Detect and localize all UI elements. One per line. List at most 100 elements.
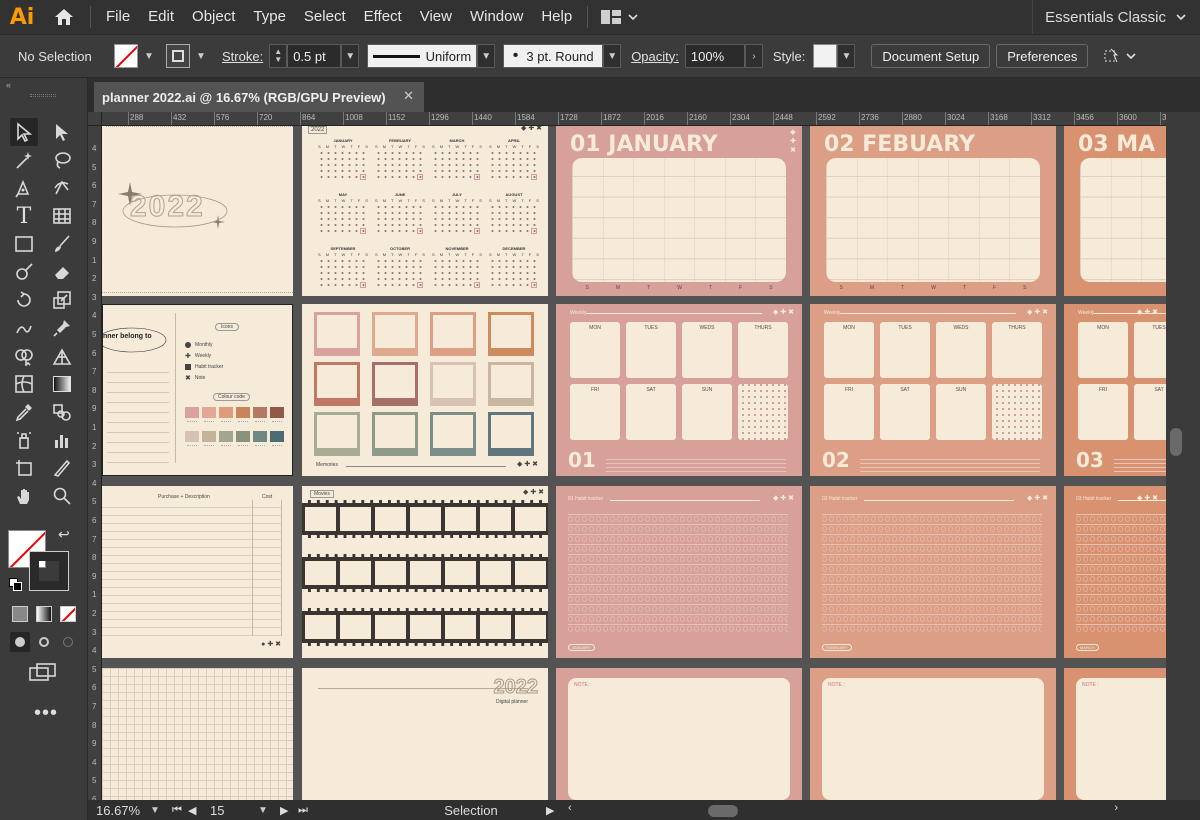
default-colors-icon[interactable] (9, 578, 23, 592)
perspective-grid-tool-icon[interactable] (48, 342, 76, 370)
document-setup-button[interactable]: Document Setup (871, 44, 991, 68)
artboard-expenses[interactable]: Purchase + Description Cost ● ✚ ✖ (102, 486, 293, 658)
vertical-ruler[interactable]: 456789123456789123456789123456789456 (88, 126, 102, 800)
stroke-swatch[interactable] (166, 44, 190, 68)
draw-normal-icon[interactable] (10, 632, 30, 652)
brush-dropdown[interactable]: ▼ (603, 44, 622, 68)
ruler-origin[interactable] (88, 112, 102, 126)
home-icon[interactable] (44, 0, 84, 34)
artboard-dropdown[interactable]: ▼ (258, 805, 280, 816)
close-icon[interactable]: ✕ (403, 88, 414, 104)
mesh-tool-icon[interactable] (10, 370, 38, 398)
menu-effect[interactable]: Effect (355, 0, 411, 34)
zoom-level[interactable]: 16.67% (88, 803, 150, 818)
style-dropdown[interactable]: ▼ (837, 44, 856, 68)
horizontal-ruler[interactable]: 288 432 576 720 864 1008 1152 1296 1440 1584 1728 1… (102, 112, 1166, 126)
blend-tool-icon[interactable] (48, 398, 76, 426)
swap-colors-icon[interactable]: ↩ (58, 526, 70, 543)
scroll-thumb[interactable] (1170, 428, 1182, 456)
warp-tool-icon[interactable] (10, 314, 38, 342)
artboard-habit-03[interactable]: 03 Habit tracker ◆ ✚ ✖ MARCH (1064, 486, 1166, 658)
artboard-habit-02[interactable]: 02 Habit tracker ◆ ✚ ✖ FEBRUARY (810, 486, 1056, 658)
artboard-january[interactable]: 01 JANUARY ◆ ✚ ✖ S M T W T F S (556, 126, 802, 296)
curvature-tool-icon[interactable] (48, 174, 76, 202)
direct-selection-tool-icon[interactable] (48, 118, 76, 146)
artboard-about[interactable]: nner belong to Icons Monthly ✚ Weekly Hab… (102, 304, 293, 476)
symbol-sprayer-tool-icon[interactable] (10, 426, 38, 454)
status-flyout-icon[interactable]: ▶ (546, 804, 560, 817)
eraser-tool-icon[interactable] (48, 258, 76, 286)
paintbrush-tool-icon[interactable] (48, 230, 76, 258)
none-mode-icon[interactable] (60, 606, 76, 622)
rectangle-tool-icon[interactable] (10, 230, 38, 258)
zoom-tool-icon[interactable] (48, 482, 76, 510)
hand-tool-icon[interactable] (10, 482, 38, 510)
opacity-input[interactable]: 100% (684, 44, 745, 68)
graphic-style-swatch[interactable] (813, 44, 838, 68)
scroll-left-icon[interactable]: ‹ (568, 802, 572, 814)
transform-icon[interactable] (1102, 47, 1136, 65)
magic-wand-tool-icon[interactable] (10, 146, 38, 174)
workspace-switcher[interactable]: Essentials Classic (1032, 0, 1200, 34)
preferences-button[interactable]: Preferences (996, 44, 1089, 68)
last-artboard-icon[interactable]: ⏭ (298, 804, 316, 817)
opacity-label[interactable]: Opacity: (631, 49, 679, 64)
artboard-weekly-02[interactable]: Weekly ◆ ✚ ✖ MON TUES WEDS THURS FRI SAT SUN 02 (810, 304, 1056, 476)
column-graph-tool-icon[interactable] (48, 426, 76, 454)
panel-grip[interactable] (30, 94, 56, 97)
artboard-note-01[interactable]: NOTE : (556, 668, 802, 800)
artboard-movies[interactable]: Movies ◆ ✚ ✖ (302, 486, 548, 658)
artboard-digital-planner[interactable]: 2022 Digital planner (302, 668, 548, 800)
draw-inside-icon[interactable] (58, 632, 78, 652)
menu-view[interactable]: View (411, 0, 461, 34)
eyedropper-tool-icon[interactable] (10, 398, 38, 426)
collapse-panel-icon[interactable]: « (6, 80, 11, 90)
artboard-number[interactable]: 15 (206, 803, 258, 818)
scroll-right-icon[interactable]: › (1114, 802, 1118, 814)
artboard-canvas[interactable]: 2022 2022 ◆ ✚ ✖ JANUARY S M T W T F S FEBRUARY S M… (102, 126, 1166, 800)
pen-tool-icon[interactable] (10, 174, 38, 202)
color-mode-icon[interactable] (12, 606, 28, 622)
opacity-flyout[interactable]: › (744, 44, 763, 68)
next-artboard-icon[interactable]: ▶ (280, 804, 298, 817)
fill-dropdown[interactable]: ▼ (140, 44, 158, 68)
rotate-tool-icon[interactable] (10, 286, 38, 314)
stroke-dropdown[interactable]: ▼ (192, 44, 210, 68)
menu-edit[interactable]: Edit (139, 0, 183, 34)
gradient-mode-icon[interactable] (36, 606, 52, 622)
fill-swatch[interactable] (114, 44, 138, 68)
edit-toolbar-icon[interactable]: ••• (34, 702, 58, 725)
lasso-tool-icon[interactable] (48, 146, 76, 174)
horizontal-scrollbar[interactable]: ‹ › (568, 802, 1118, 818)
artboard-tool-icon[interactable] (10, 454, 38, 482)
stroke-label[interactable]: Stroke: (222, 49, 263, 64)
stroke-stepper[interactable]: ▲ ▼ (269, 44, 288, 68)
artboard-weekly-03[interactable]: Weekly◆ ✚ ✖MONTUESWEDSTHURSFRISATSUN03 (1064, 304, 1166, 476)
brush-definition[interactable]: • 3 pt. Round (503, 44, 604, 68)
h-scroll-thumb[interactable] (708, 805, 738, 817)
zoom-dropdown[interactable]: ▼ (150, 805, 168, 816)
artboard-march[interactable]: 03 MA (1064, 126, 1166, 296)
table-grid-icon[interactable] (48, 202, 76, 230)
slice-tool-icon[interactable] (48, 454, 76, 482)
stroke-weight-dropdown[interactable]: ▼ (341, 44, 360, 68)
menu-type[interactable]: Type (244, 0, 295, 34)
artboard-habit-01[interactable]: 01 Habit tracker ◆ ✚ ✖ JANUARY (556, 486, 802, 658)
artboard-note-03[interactable]: NOTE : (1064, 668, 1166, 800)
selection-tool-icon[interactable] (10, 118, 38, 146)
type-tool-icon[interactable]: T (10, 202, 38, 230)
artboard-year-calendar[interactable]: 2022 ◆ ✚ ✖ JANUARY S M T W T F S FEBRUARY S M T W T F S… (302, 126, 548, 296)
artboard-memories[interactable]: Memories ◆ ✚ ✖ (302, 304, 548, 476)
previous-artboard-icon[interactable]: ◀ (188, 804, 206, 817)
artboard-weekly-01[interactable]: Weekly ◆ ✚ ✖ MON TUES WEDS THURS FRI SAT SUN 01 (556, 304, 802, 476)
artboard-grid-paper[interactable] (102, 668, 293, 800)
artboard-cover[interactable]: 2022 (102, 126, 293, 296)
first-artboard-icon[interactable]: ⏮ (172, 804, 188, 817)
profile-dropdown[interactable]: ▼ (477, 44, 496, 68)
stroke-weight-input[interactable]: 0.5 pt (287, 44, 342, 68)
arrange-documents-icon[interactable] (594, 9, 644, 25)
menu-select[interactable]: Select (295, 0, 355, 34)
menu-window[interactable]: Window (461, 0, 532, 34)
vertical-scrollbar[interactable] (1166, 112, 1200, 800)
artboard-february[interactable]: 02 FEBUARY S M T W T F S (810, 126, 1056, 296)
